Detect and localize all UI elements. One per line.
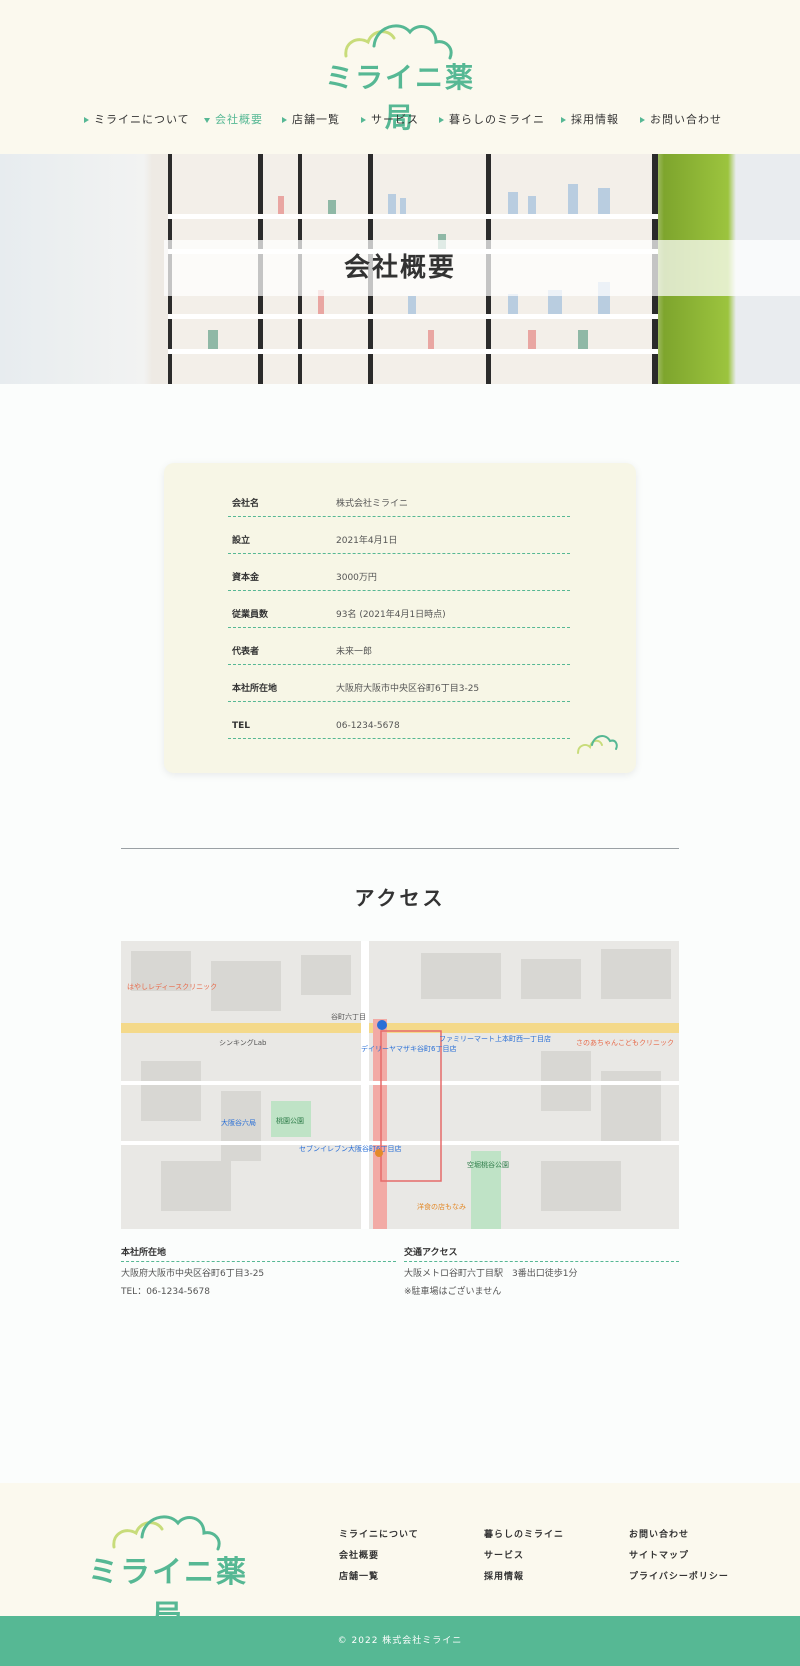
nav-item-stores[interactable]: 店舗一覧 xyxy=(282,110,340,130)
nav-label: 店舗一覧 xyxy=(292,113,340,126)
company-row: 本社所在地 大阪府大阪市中央区谷町6丁目3-25 xyxy=(228,682,570,702)
nav-item-contact[interactable]: お問い合わせ xyxy=(640,110,722,130)
hero-banner: 会社概要 xyxy=(0,154,800,384)
map-label: デイリーヤマザキ谷町6丁目店 xyxy=(361,1044,456,1053)
site-header: ミライニ薬局 ミライニについて 会社概要 店舗一覧 サービス 暮らしのミライニ … xyxy=(0,0,800,154)
section-divider xyxy=(121,848,679,849)
footer-link-services[interactable]: サービス xyxy=(484,1548,524,1561)
access-title: アクセス xyxy=(354,886,446,910)
company-info-card: 会社名 株式会社ミライニ 設立 2021年4月1日 資本金 3000万円 従業員数 93… xyxy=(164,463,636,773)
parking-note: ※駐車場はございません xyxy=(404,1287,502,1297)
company-row-label: 資本金 xyxy=(232,573,260,583)
company-row-label: 代表者 xyxy=(232,647,260,657)
company-row: 代表者 未来一郎 xyxy=(228,645,570,665)
location-pin-icon xyxy=(375,1149,383,1157)
page-title: 会社概要 xyxy=(343,253,456,283)
nav-label: サービス xyxy=(371,113,419,126)
triangle-icon xyxy=(561,117,566,123)
transit-heading: 交通アクセス xyxy=(404,1245,679,1262)
map-graphic: 谷町六丁目 ファミリーマート上本町西一丁目店 デイリーヤマザキ谷町6丁目店 大阪… xyxy=(121,941,679,1229)
triangle-down-icon xyxy=(204,117,210,123)
map-label: 大阪谷六局 xyxy=(221,1118,256,1127)
triangle-icon xyxy=(439,117,444,123)
footer-link-lifestyle[interactable]: 暮らしのミライニ xyxy=(484,1527,564,1540)
company-row-value: 93名 (2021年4月1日時点) xyxy=(336,610,446,620)
nav-item-recruit[interactable]: 採用情報 xyxy=(561,110,619,130)
triangle-icon xyxy=(640,117,645,123)
company-row-value: 2021年4月1日 xyxy=(336,536,398,546)
company-row-label: 会社名 xyxy=(232,499,260,509)
site-footer: ミライニ薬局 ミライニについて 暮らしのミライニ お問い合わせ 会社概要 サービ… xyxy=(0,1483,800,1634)
nav-item-about[interactable]: ミライニについて xyxy=(84,110,190,130)
nav-label: ミライニについて xyxy=(94,113,190,126)
map-label: 空堀桃谷公園 xyxy=(467,1160,509,1169)
company-row-label: 従業員数 xyxy=(232,610,269,620)
company-row-value: 大阪府大阪市中央区谷町6丁目3-25 xyxy=(336,684,480,694)
company-row-value: 3000万円 xyxy=(336,573,377,583)
company-row-label: 本社所在地 xyxy=(232,684,278,694)
nav-label: 会社概要 xyxy=(215,113,263,126)
map-label: ファミリーマート上本町西一丁目店 xyxy=(439,1034,551,1043)
nav-label: 暮らしのミライニ xyxy=(449,113,545,126)
address-line: 大阪府大阪市中央区谷町6丁目3-25 xyxy=(121,1269,265,1279)
company-row-label: TEL xyxy=(232,721,251,731)
address-heading: 本社所在地 xyxy=(121,1245,396,1262)
access-map[interactable]: 谷町六丁目 ファミリーマート上本町西一丁目店 デイリーヤマザキ谷町6丁目店 大阪… xyxy=(121,941,679,1229)
footer-link-sitemap[interactable]: サイトマップ xyxy=(629,1548,689,1561)
company-row: 従業員数 93名 (2021年4月1日時点) xyxy=(228,608,570,628)
triangle-icon xyxy=(361,117,366,123)
site-logo[interactable]: ミライニ薬局 xyxy=(314,18,486,134)
company-row-value: 06-1234-5678 xyxy=(336,721,400,731)
company-row-label: 設立 xyxy=(232,536,251,546)
map-label: さのあちゃんこどもクリニック xyxy=(576,1039,674,1047)
transit-info: 交通アクセス 大阪メトロ谷町六丁目駅 3番出口徒歩1分 ※駐車場はございません xyxy=(404,1245,679,1298)
station-marker-icon xyxy=(377,1020,387,1030)
triangle-icon xyxy=(282,117,287,123)
company-row: TEL 06-1234-5678 xyxy=(228,719,570,739)
company-row-value: 株式会社ミライニ xyxy=(336,499,409,509)
nav-item-services[interactable]: サービス xyxy=(361,110,419,130)
triangle-icon xyxy=(84,117,89,123)
map-label: シンキングLab xyxy=(219,1038,267,1047)
company-row-value: 未来一郎 xyxy=(336,647,373,657)
company-row: 会社名 株式会社ミライニ xyxy=(228,497,570,517)
footer-logo[interactable]: ミライニ薬局 xyxy=(82,1507,254,1634)
address-info: 本社所在地 大阪府大阪市中央区谷町6丁目3-25 TEL：06-1234-567… xyxy=(121,1245,396,1298)
map-label: 谷町六丁目 xyxy=(331,1012,366,1021)
address-tel: TEL：06-1234-5678 xyxy=(121,1287,210,1297)
map-label: 桃園公園 xyxy=(276,1116,304,1125)
footer-link-stores[interactable]: 店舗一覧 xyxy=(339,1569,379,1582)
global-nav: ミライニについて 会社概要 店舗一覧 サービス 暮らしのミライニ 採用情報 お問… xyxy=(0,110,800,130)
nav-label: お問い合わせ xyxy=(650,113,722,126)
map-label: はやしレディースクリニック xyxy=(127,982,217,991)
footer-link-recruit[interactable]: 採用情報 xyxy=(484,1569,524,1582)
copyright-bar: © 2022 株式会社ミライニ xyxy=(0,1616,800,1666)
nav-label: 採用情報 xyxy=(571,113,619,126)
map-label: セブンイレブン大阪谷町6丁目店 xyxy=(299,1144,401,1153)
footer-link-privacy[interactable]: プライバシーポリシー xyxy=(629,1569,729,1582)
nav-item-company[interactable]: 会社概要 xyxy=(204,110,263,130)
cloud-decoration-icon xyxy=(577,735,618,754)
footer-link-about[interactable]: ミライニについて xyxy=(339,1527,419,1540)
footer-link-contact[interactable]: お問い合わせ xyxy=(629,1527,689,1540)
map-label: 洋食の店もなみ xyxy=(417,1202,466,1211)
footer-link-company[interactable]: 会社概要 xyxy=(339,1548,379,1561)
company-row: 設立 2021年4月1日 xyxy=(228,534,570,554)
company-row: 資本金 3000万円 xyxy=(228,571,570,591)
nav-item-lifestyle[interactable]: 暮らしのミライニ xyxy=(439,110,545,130)
transit-line: 大阪メトロ谷町六丁目駅 3番出口徒歩1分 xyxy=(404,1269,578,1279)
